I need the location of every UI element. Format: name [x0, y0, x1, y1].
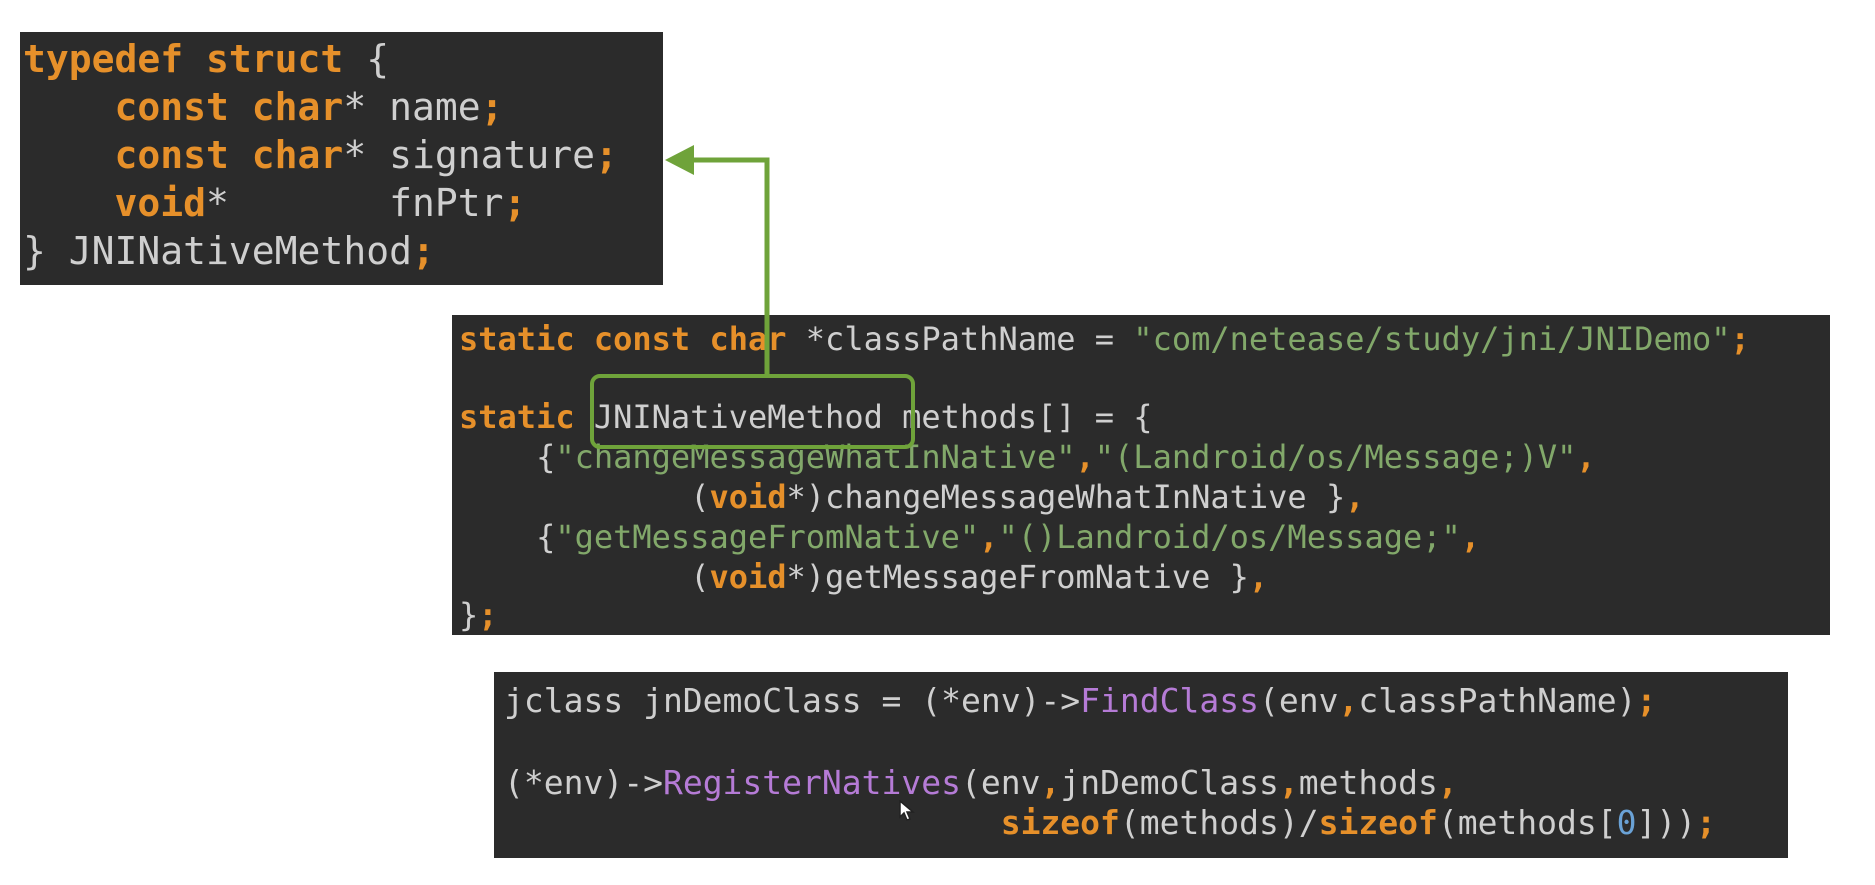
arrowhead-icon: [665, 145, 694, 175]
mouse-cursor-icon: [899, 800, 915, 821]
connector-line: [690, 157, 770, 374]
connector-arrow: [665, 145, 770, 374]
